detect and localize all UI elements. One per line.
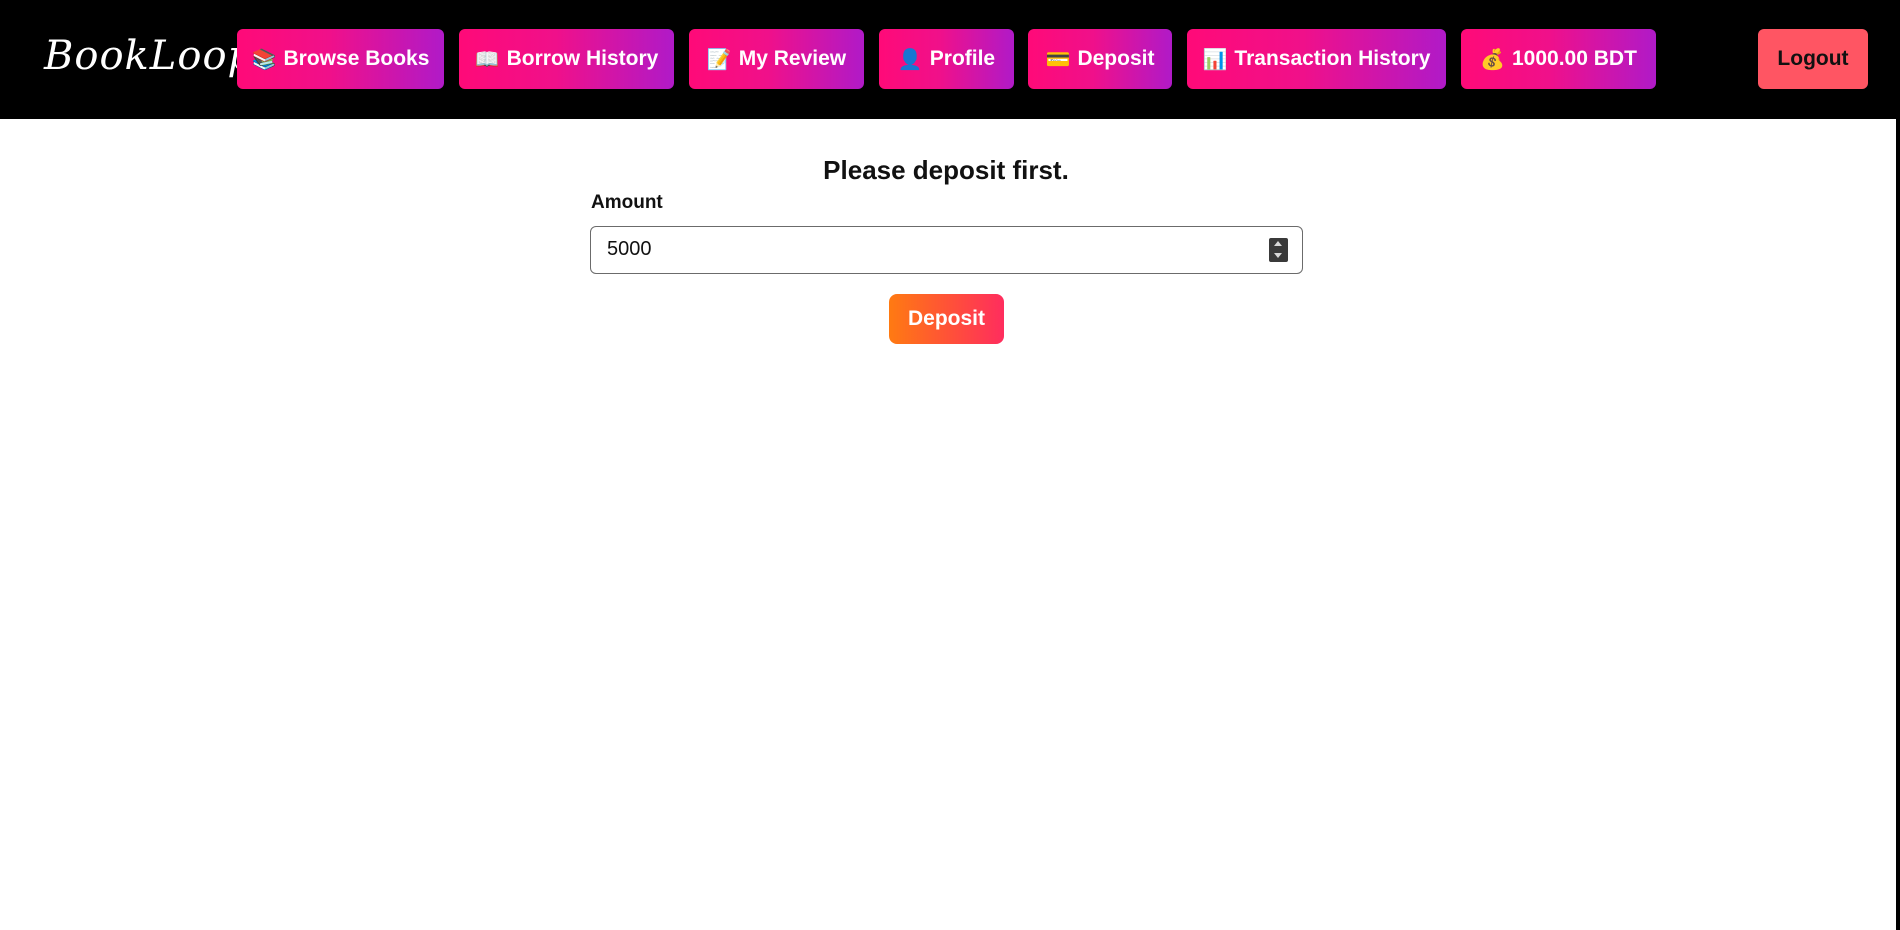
open-book-icon: 📖 [474, 49, 500, 71]
user-icon: 👤 [897, 49, 923, 71]
nav-deposit-button[interactable]: 💳 Deposit [1028, 29, 1172, 89]
page: BookLoop 📚 Browse Books 📖 Borrow History 📝… [0, 0, 1896, 930]
nav-balance-button[interactable]: 💰 1000.00 BDT [1461, 29, 1656, 89]
nav-borrow-history-button[interactable]: 📖 Borrow History [459, 29, 674, 89]
scrollbar[interactable] [1896, 0, 1900, 930]
decrement-arrow-icon[interactable] [1269, 250, 1288, 262]
memo-icon: 📝 [706, 49, 732, 71]
page-heading: Please deposit first. [823, 155, 1069, 185]
nav-browse-books-label: Browse Books [283, 47, 430, 70]
nav-profile-button[interactable]: 👤 Profile [879, 29, 1014, 89]
navbar: BookLoop 📚 Browse Books 📖 Borrow History 📝… [0, 0, 1896, 119]
logout-button[interactable]: Logout [1758, 29, 1868, 89]
bar-chart-icon: 📊 [1202, 49, 1228, 71]
books-icon: 📚 [251, 49, 277, 71]
amount-input[interactable] [607, 227, 1247, 272]
increment-arrow-icon[interactable] [1269, 238, 1288, 250]
amount-field-container [590, 226, 1303, 274]
nav-my-review-label: My Review [738, 47, 847, 70]
nav-deposit-label: Deposit [1077, 47, 1155, 70]
nav-transaction-history-label: Transaction History [1234, 47, 1431, 70]
nav-profile-label: Profile [929, 47, 996, 70]
number-spinner [1269, 238, 1288, 262]
nav-browse-books-button[interactable]: 📚 Browse Books [237, 29, 444, 89]
amount-label: Amount [591, 192, 663, 213]
brand-logo[interactable]: BookLoop [44, 26, 253, 86]
deposit-submit-button[interactable]: Deposit [889, 294, 1004, 344]
credit-card-icon: 💳 [1045, 49, 1071, 71]
money-bag-icon: 💰 [1480, 49, 1505, 71]
nav-borrow-history-label: Borrow History [506, 47, 659, 70]
nav-my-review-button[interactable]: 📝 My Review [689, 29, 864, 89]
nav-balance-label: 1000.00 BDT [1512, 47, 1637, 70]
nav-transaction-history-button[interactable]: 📊 Transaction History [1187, 29, 1446, 89]
